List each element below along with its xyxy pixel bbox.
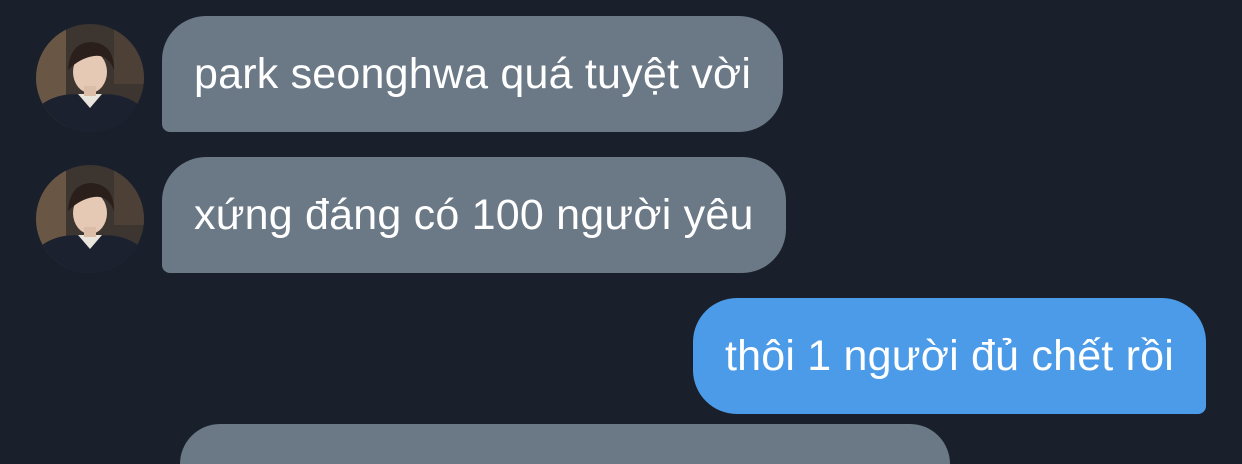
sender-avatar[interactable] [36,165,144,273]
message-text: thôi 1 người đủ chết rồi [724,331,1174,380]
outgoing-message-bubble[interactable]: thôi 1 người đủ chết rồi [692,298,1206,414]
incoming-message-bubble-partial[interactable] [180,424,950,464]
avatar-photo-icon [36,165,144,273]
sender-avatar[interactable] [36,24,144,132]
incoming-message-bubble[interactable]: park seonghwa quá tuyệt vời [162,16,784,132]
avatar-photo-icon [36,24,144,132]
message-text: park seonghwa quá tuyệt vời [194,49,752,98]
incoming-message-bubble[interactable]: xứng đáng có 100 người yêu [162,157,786,273]
message-text: xứng đáng có 100 người yêu [194,190,754,239]
